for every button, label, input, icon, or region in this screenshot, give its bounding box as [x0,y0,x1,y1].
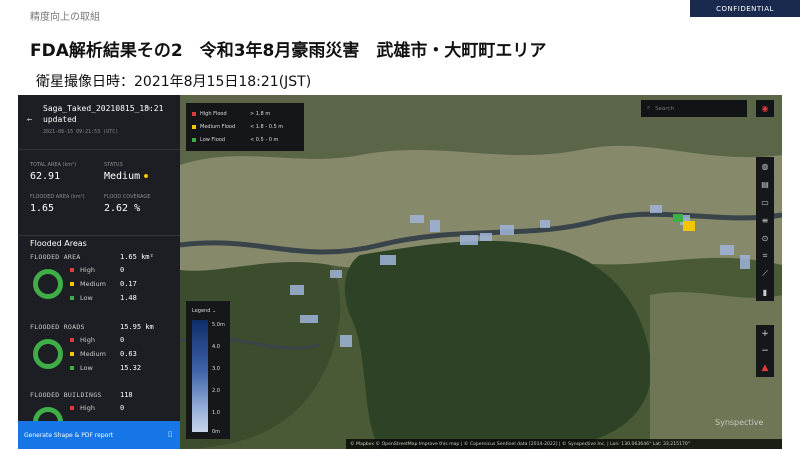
pin-icon[interactable]: ⊙ [756,229,774,247]
depth-tick: 1.0 [212,410,220,416]
map-toolbar: ◍ ▤ ▭ ≡ ⊙ ⌗ ⟋ ▮ [756,157,774,301]
map-attribution[interactable]: © Mapbox © OpenStreetMap Improve this ma… [346,439,782,449]
status-label: STATUS [104,162,123,168]
value-medium: 0.17 [120,280,137,288]
compass-icon[interactable]: ▲ [762,363,769,373]
app-window: ← Saga_Taked_20210815_18:21 updated ✎ 20… [18,95,782,449]
map-search-input[interactable]: ⌕ Search [641,100,747,117]
section-total: 118 [120,391,133,399]
section-label: FLOODED AREA [30,253,81,261]
total-area-value: 62.91 [30,171,61,182]
sidebar: ← Saga_Taked_20210815_18:21 updated ✎ 20… [18,95,180,449]
flood-level-legend: High Flood > 1.8 m Medium Flood < 1.8 - 0.… [186,103,304,151]
depth-tick: 2.0 [212,388,220,394]
value-medium: 0.63 [120,350,137,358]
zoom-out-button[interactable]: − [761,346,769,356]
pencil-icon[interactable]: ✎ [146,103,151,112]
depth-tick: 0m [212,429,221,435]
flooded-area-label: FLOODED AREA (km²) [30,194,85,200]
legend-high-flood: High Flood > 1.8 m [192,107,298,120]
donut-chart [33,339,63,369]
flood-coverage-value: 2.62 % [104,203,141,214]
total-area-label: TOTAL AREA (km²) [30,162,77,168]
car-icon[interactable]: ▭ [756,193,774,211]
sidebar-header: ← Saga_Taked_20210815_18:21 updated ✎ 20… [18,95,180,150]
alert-button[interactable]: ◉ [756,100,774,117]
legend-low: Low [70,294,93,302]
section-label: FLOODED ROADS [30,323,85,331]
zoom-controls: + − ▲ [756,325,774,377]
depth-tick: 3.0 [212,366,220,372]
flooded-areas-title: Flooded Areas [30,239,87,248]
ruler-icon[interactable]: ⟋ [756,265,774,283]
legend-low-flood: Low Flood < 0.5 - 0 m [192,133,298,146]
legend-high: High [70,404,95,412]
layers-icon[interactable]: ▤ [756,175,774,193]
file-icon: ▯ [168,430,172,438]
map-view[interactable]: High Flood > 1.8 m Medium Flood < 1.8 - 0.… [180,95,782,449]
value-high: 0 [120,266,125,274]
legend-high: High [70,266,95,274]
legend-medium-flood: Medium Flood < 1.8 - 0.5 m [192,120,298,133]
depth-tick: 5.0m [212,322,225,328]
legend-low: Low [70,364,93,372]
back-arrow-icon[interactable]: ← [27,115,32,125]
zoom-in-button[interactable]: + [761,329,769,339]
donut-chart [33,269,63,299]
stats-panel: TOTAL AREA (km²) 62.91 STATUS Medium FLO… [18,150,180,236]
depth-legend-title[interactable]: Legend ⌄ [192,308,216,314]
breadcrumb: 精度向上の取組 [30,12,100,23]
flood-coverage-label: FLOOD COVERAGE [104,194,151,200]
crop-icon[interactable]: ⌗ [756,247,774,265]
value-low: 15.32 [120,364,142,372]
synspective-watermark: Synspective [715,418,764,427]
globe-icon[interactable]: ◍ [756,157,774,175]
section-label: FLOODED BUILDINGS [30,391,102,399]
value-high: 0 [120,336,125,344]
confidential-badge: CONFIDENTIAL [690,0,800,17]
legend-high: High [70,336,95,344]
capture-datetime: 衛星撮像日時：2021年8月15日18:21(JST) [36,74,312,90]
trash-icon[interactable]: ▮ [756,283,774,301]
value-low: 1.48 [120,294,137,302]
flooded-area-value: 1.65 [30,203,55,214]
section-total: 1.65 km² [120,253,154,261]
page-title: FDA解析結果その2 令和3年8月豪雨災害 武雄市・大町町エリア [30,41,547,61]
value-high: 0 [120,404,125,412]
depth-color-bar [192,320,208,432]
depth-legend: Legend ⌄ 5.0m 4.0 3.0 2.0 1.0 0m [186,301,230,439]
project-date: 2021-08-15 09:21:53 (UTC) [43,129,119,135]
legend-medium: Medium [70,350,106,358]
legend-medium: Medium [70,280,106,288]
depth-tick: 4.0 [212,344,220,350]
generate-report-button[interactable]: Generate Shape & PDF report ▯ [18,421,180,449]
section-total: 15.95 km [120,323,154,331]
status-value: Medium [104,171,149,182]
search-icon: ⌕ [647,105,651,111]
list-icon[interactable]: ≡ [756,211,774,229]
status-dot-icon [144,174,149,178]
